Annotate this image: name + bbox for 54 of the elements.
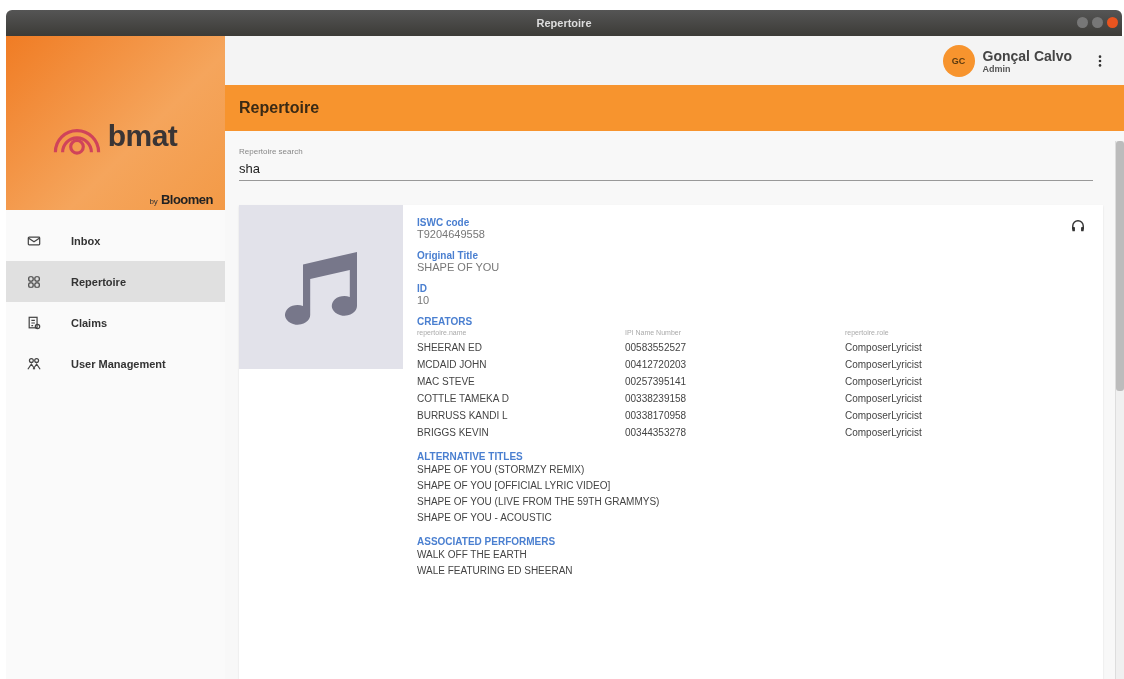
- performer-name: WALE FEATURING ED SHEERAN: [417, 564, 573, 578]
- user-name: Gonçal Calvo: [982, 47, 1072, 64]
- grid-icon: [27, 274, 41, 289]
- window-title: Repertoire: [536, 17, 592, 29]
- table-cell-text: 00338239158: [625, 392, 688, 406]
- table-cell-text: 00344353278: [625, 426, 688, 440]
- table-cell-text: BURRUSS KANDI L: [417, 409, 509, 423]
- alternative-title: SHAPE OF YOU [OFFICIAL LYRIC VIDEO]: [417, 479, 611, 493]
- people-icon: [27, 356, 41, 371]
- minimize-button[interactable]: [1077, 17, 1088, 28]
- alternative-title: SHAPE OF YOU (STORMZY REMIX): [417, 463, 585, 477]
- table-cell-text: ComposerLyricist: [845, 375, 922, 389]
- table-cell-text: SHEERAN ED: [417, 341, 483, 355]
- more-options-icon[interactable]: [1098, 53, 1102, 68]
- performer-name: WALK OFF THE EARTH: [417, 548, 527, 562]
- field-label: Original Title: [417, 250, 478, 261]
- search-field[interactable]: Repertoire search sha: [239, 147, 1093, 181]
- maximize-button[interactable]: [1092, 17, 1103, 28]
- table-cell-text: MAC STEVE: [417, 375, 476, 389]
- table-cell-text: COTTLE TAMEKA D: [417, 392, 510, 406]
- table-cell-text: 00257395141: [625, 375, 688, 389]
- sidebar-item[interactable]: User Management: [6, 343, 225, 384]
- page-title: Repertoire: [239, 99, 320, 117]
- sidebar-item[interactable]: Inbox: [6, 220, 225, 261]
- alternative-title: SHAPE OF YOU - ACOUSTIC: [417, 511, 552, 525]
- table-cell-text: ComposerLyricist: [845, 358, 922, 372]
- document-icon: [27, 315, 41, 330]
- logo-text: bmat: [107, 119, 178, 153]
- table-cell-text: 00412720203: [625, 358, 688, 372]
- table-cell-text: ComposerLyricist: [845, 409, 922, 423]
- scrollbar[interactable]: [1115, 141, 1124, 679]
- table-cell-text: MCDAID JOHN: [417, 358, 488, 372]
- section-heading: CREATORS: [417, 316, 473, 327]
- byline: by: [149, 197, 158, 206]
- table-cell-text: 00583552527: [625, 341, 688, 355]
- partner-logo-text: Bloomen: [160, 192, 213, 207]
- envelope-icon: [27, 233, 41, 248]
- section-heading: ALTERNATIVE TITLES: [417, 451, 523, 462]
- user-avatar[interactable]: GC: [942, 44, 975, 77]
- sidebar-item[interactable]: Claims: [6, 302, 225, 343]
- user-role: Admin: [982, 63, 1011, 74]
- field-label: ISWC code: [417, 217, 470, 228]
- table-cell-text: ComposerLyricist: [845, 426, 922, 440]
- alternative-title: SHAPE OF YOU (LIVE FROM THE 59TH GRAMMYS): [417, 495, 660, 509]
- field-label: ID: [417, 283, 427, 294]
- scrollbar-thumb[interactable]: [1116, 141, 1124, 391]
- close-button[interactable]: [1107, 17, 1118, 28]
- sidebar-item[interactable]: Repertoire: [6, 261, 225, 302]
- section-heading: ASSOCIATED PERFORMERS: [417, 536, 556, 547]
- table-cell-text: ComposerLyricist: [845, 341, 922, 355]
- table-cell-text: 00338170958: [625, 409, 688, 423]
- table-cell-text: BRIGGS KEVIN: [417, 426, 490, 440]
- table-cell-text: ComposerLyricist: [845, 392, 922, 406]
- headphones-icon[interactable]: [1071, 219, 1085, 233]
